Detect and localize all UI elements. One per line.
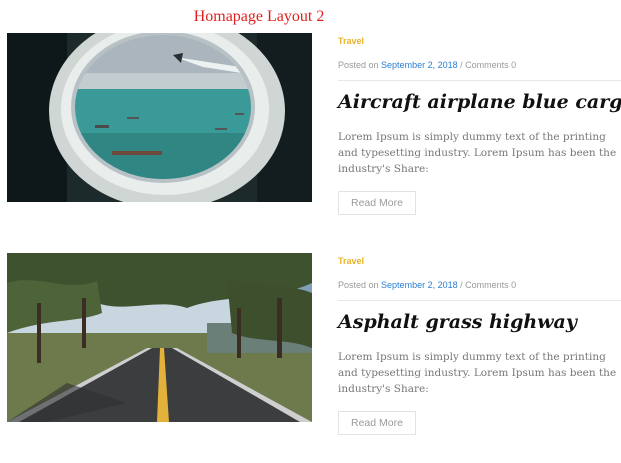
airplane-window-photo — [7, 33, 312, 202]
post-meta: Travel Posted on September 2, 2018 / Com… — [338, 253, 621, 435]
meta-separator: / — [460, 280, 463, 290]
post-thumbnail-airplane-window[interactable] — [7, 33, 312, 202]
divider — [338, 300, 621, 301]
posted-info: Posted on September 2, 2018 / Comments 0 — [338, 280, 621, 294]
page-title: Homapage Layout 2 — [193, 8, 325, 25]
post-category[interactable]: Travel — [338, 36, 621, 50]
posted-info: Posted on September 2, 2018 / Comments 0 — [338, 60, 621, 74]
posted-prefix: Posted on — [338, 280, 379, 290]
comments-count[interactable]: Comments 0 — [465, 280, 516, 290]
post-excerpt: Lorem Ipsum is simply dummy text of the … — [338, 131, 617, 175]
blog-post: Travel Posted on September 2, 2018 / Com… — [0, 33, 621, 243]
read-more-button[interactable]: Read More — [338, 411, 416, 435]
read-more-button[interactable]: Read More — [338, 191, 416, 215]
comments-count[interactable]: Comments 0 — [465, 60, 516, 70]
post-meta: Travel Posted on September 2, 2018 / Com… — [338, 33, 621, 215]
post-date-link[interactable]: September 2, 2018 — [381, 280, 458, 290]
divider — [338, 80, 621, 81]
posted-prefix: Posted on — [338, 60, 379, 70]
post-category[interactable]: Travel — [338, 256, 621, 270]
meta-separator: / — [460, 60, 463, 70]
blog-post: Travel Posted on September 2, 2018 / Com… — [0, 253, 621, 463]
post-title[interactable]: Aircraft airplane blue cargo — [338, 91, 621, 117]
post-title[interactable]: Asphalt grass highway — [338, 311, 621, 337]
tree-lined-road-photo — [7, 253, 312, 422]
post-excerpt: Lorem Ipsum is simply dummy text of the … — [338, 351, 617, 395]
post-thumbnail-highway[interactable] — [7, 253, 312, 422]
post-date-link[interactable]: September 2, 2018 — [381, 60, 458, 70]
